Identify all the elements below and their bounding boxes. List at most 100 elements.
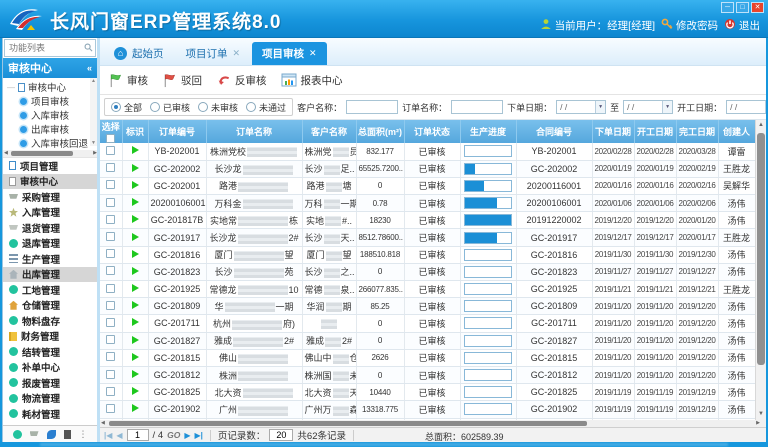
column-header[interactable]: 订单状态 xyxy=(404,120,460,143)
start-date-picker[interactable]: / /▼ xyxy=(726,100,766,114)
table-row[interactable]: GC-201827 雅成2# 雅成2# 0 已审核 GC-201827 2019… xyxy=(100,332,755,349)
book-icon[interactable] xyxy=(64,430,71,439)
row-checkbox[interactable] xyxy=(106,215,115,224)
select-all-checkbox[interactable] xyxy=(106,134,115,143)
table-row[interactable]: YB-202001 株洲党校 株洲党员.. 832.177 已审核 YB-202… xyxy=(100,143,755,160)
chevron-down-icon[interactable]: ▼ xyxy=(595,101,605,113)
collapse-icon[interactable]: « xyxy=(87,63,92,73)
search-input[interactable] xyxy=(7,42,84,54)
sidebar-module-item[interactable]: 物流管理 xyxy=(3,391,97,407)
sidebar-module-item[interactable]: 入库管理 xyxy=(3,205,97,221)
go-button[interactable]: GO xyxy=(167,430,180,440)
cart-icon[interactable] xyxy=(30,430,39,439)
row-checkbox[interactable] xyxy=(106,370,115,379)
row-checkbox[interactable] xyxy=(106,163,115,172)
circle-icon[interactable] xyxy=(13,430,22,439)
table-row[interactable]: GC-201902 广州 广州万森林 13318.775 已审核 GC-2019… xyxy=(100,401,755,418)
sidebar-module-item[interactable]: 退货管理 xyxy=(3,220,97,236)
tree-item[interactable]: 入库审核 xyxy=(3,108,97,122)
tab[interactable]: 项目审核 ✕ xyxy=(252,42,327,65)
vertical-scrollbar[interactable]: ▲ ▼ xyxy=(755,120,766,420)
first-page-button[interactable]: |◀ xyxy=(104,431,112,440)
sidebar-module-item[interactable]: 补单中心 xyxy=(3,360,97,376)
tree-root[interactable]: — 审核中心 xyxy=(3,80,97,94)
next-page-button[interactable]: ▶ xyxy=(184,431,190,440)
row-checkbox[interactable] xyxy=(106,249,115,258)
page-size-input[interactable] xyxy=(269,429,293,441)
radio-icon[interactable] xyxy=(198,102,208,112)
scroll-up-icon[interactable]: ▲ xyxy=(756,120,766,131)
sidebar-module-item[interactable]: 财务管理 xyxy=(3,329,97,345)
swoosh-icon[interactable] xyxy=(47,430,56,439)
logout-button[interactable]: 退出 xyxy=(724,18,760,33)
sidebar-panel-header[interactable]: 审核中心 « xyxy=(3,58,97,78)
row-checkbox[interactable] xyxy=(106,266,115,275)
page-number-input[interactable] xyxy=(127,429,149,441)
search-icon[interactable] xyxy=(84,39,93,57)
table-row[interactable]: GC-201812 株洲 株洲国未来 0 已审核 GC-201812 2019/… xyxy=(100,366,755,383)
scroll-left-icon[interactable]: ◀ xyxy=(101,420,105,427)
column-header[interactable]: 选择 xyxy=(100,120,122,143)
radio-icon[interactable] xyxy=(111,102,121,112)
row-checkbox[interactable] xyxy=(106,284,115,293)
row-checkbox[interactable] xyxy=(106,404,115,413)
sidebar-module-item[interactable]: 出库管理 xyxy=(3,267,97,283)
toolbar-button[interactable]: 驳回 xyxy=(162,73,202,88)
scroll-down-icon[interactable]: ▼ xyxy=(756,409,766,420)
change-password-button[interactable]: 修改密码 xyxy=(661,18,718,33)
sidebar-module-item[interactable]: 审核中心 xyxy=(3,174,97,190)
scrollbar-thumb[interactable] xyxy=(109,421,587,426)
sidebar-module-item[interactable]: 生产管理 xyxy=(3,251,97,267)
maximize-button[interactable]: □ xyxy=(736,2,749,13)
chevron-down-icon[interactable]: ▼ xyxy=(662,101,672,113)
prev-page-button[interactable]: ◀ xyxy=(116,431,122,440)
sidebar-module-item[interactable]: 耗材管理 xyxy=(3,406,97,422)
sidebar-module-item[interactable]: 结转管理 xyxy=(3,344,97,360)
table-row[interactable]: GC-201825 北大资 北大资天.. 10440 已审核 GC-201825… xyxy=(100,384,755,401)
tab-close-icon[interactable]: ✕ xyxy=(233,48,241,59)
tree-item[interactable]: 入库审核回退 xyxy=(3,136,97,150)
minimize-button[interactable]: ─ xyxy=(721,2,734,13)
tab[interactable]: ⌂ 起始页 xyxy=(104,42,174,65)
scrollbar-thumb[interactable] xyxy=(11,151,73,156)
column-header[interactable]: 下单日期 xyxy=(592,120,634,143)
column-header[interactable]: 创建人 xyxy=(718,120,755,143)
close-button[interactable]: ✕ xyxy=(751,2,764,13)
toolbar-button[interactable]: 反审核 xyxy=(216,73,267,88)
sidebar-module-item[interactable]: 工地管理 xyxy=(3,282,97,298)
table-row[interactable]: GC-201817B 实地常栋 实地#.. 18230 已审核 20191220… xyxy=(100,212,755,229)
table-row[interactable]: GC-201917 长沙龙2# 长沙天.. 8512.78600.. 已审核 G… xyxy=(100,229,755,246)
order-name-input[interactable] xyxy=(451,100,503,114)
order-date-to-picker[interactable]: / /▼ xyxy=(623,100,673,114)
status-radio[interactable]: 全部 xyxy=(111,101,142,114)
tab-close-icon[interactable]: ✕ xyxy=(309,48,317,59)
tab[interactable]: 项目订单 ✕ xyxy=(176,42,251,65)
row-checkbox[interactable] xyxy=(106,180,115,189)
tree-item[interactable]: 出库审核 xyxy=(3,122,97,136)
column-header[interactable]: 生产进度 xyxy=(460,120,516,143)
status-radio[interactable]: 已审核 xyxy=(150,101,190,114)
radio-icon[interactable] xyxy=(246,102,256,112)
table-row[interactable]: GC-201809 华一期 华润期 85.25 已审核 GC-201809 20… xyxy=(100,298,755,315)
horizontal-scrollbar[interactable]: ◀ ▶ xyxy=(100,420,766,427)
sidebar-module-item[interactable]: 退库管理 xyxy=(3,236,97,252)
row-checkbox[interactable] xyxy=(106,352,115,361)
row-checkbox[interactable] xyxy=(106,198,115,207)
scroll-right-icon[interactable]: ▶ xyxy=(756,420,760,427)
sidebar-module-item[interactable]: 物料盘存 xyxy=(3,313,97,329)
row-checkbox[interactable] xyxy=(106,318,115,327)
column-header[interactable]: 开工日期 xyxy=(634,120,676,143)
sidebar-module-item[interactable]: 采购管理 xyxy=(3,189,97,205)
column-header[interactable]: 合同编号 xyxy=(516,120,592,143)
tree-vertical-scrollbar[interactable]: ▲▼ xyxy=(90,78,97,146)
row-checkbox[interactable] xyxy=(106,232,115,241)
tree-item[interactable]: 项目审核 xyxy=(3,94,97,108)
tree-horizontal-scrollbar[interactable]: ◀ ▶ xyxy=(3,150,98,157)
sidebar-module-item[interactable]: 项目管理 xyxy=(3,158,97,174)
scroll-up-icon[interactable]: ▲ xyxy=(91,78,96,84)
column-header[interactable]: 总面积(m²) xyxy=(356,120,404,143)
scroll-left-icon[interactable]: ◀ xyxy=(4,150,8,157)
status-radio[interactable]: 未通过 xyxy=(246,101,286,114)
row-checkbox[interactable] xyxy=(106,146,115,155)
table-row[interactable]: GC-201925 常德龙10 常德泉.. 266077.835.. 已审核 G… xyxy=(100,281,755,298)
